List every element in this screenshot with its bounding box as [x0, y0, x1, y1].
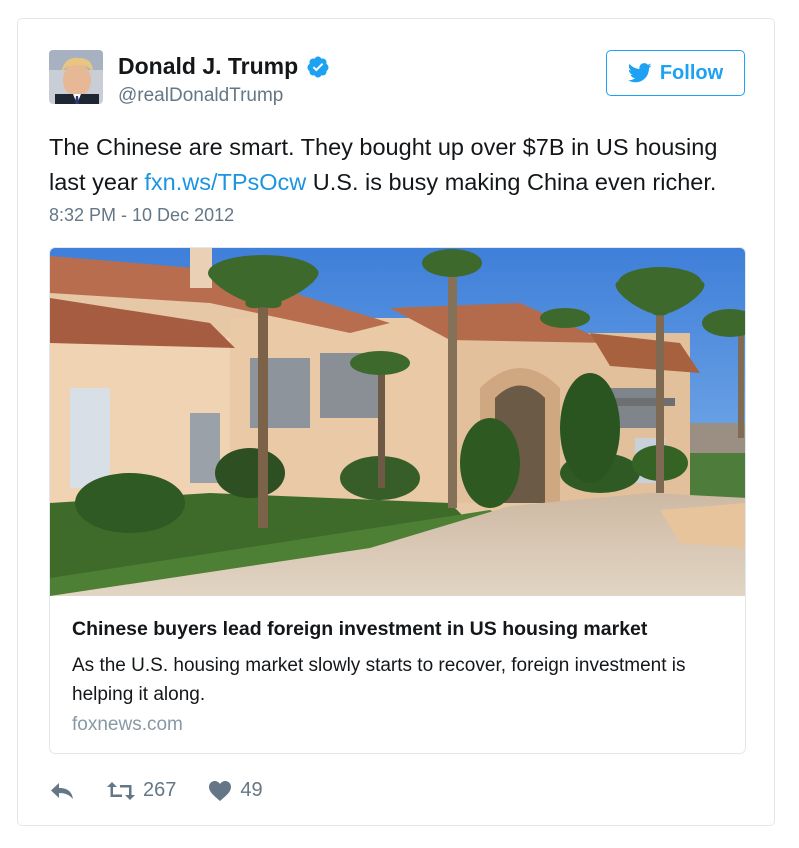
reply-button[interactable] [49, 780, 75, 802]
reply-icon [51, 782, 73, 799]
card-image [50, 248, 745, 596]
tweet-text: The Chinese are smart. They bought up ov… [49, 130, 749, 200]
tweet-timestamp[interactable]: 8:32 PM - 10 Dec 2012 [49, 205, 234, 226]
author-name[interactable]: Donald J. Trump [118, 53, 298, 80]
like-count: 49 [240, 779, 263, 801]
heart-icon [209, 780, 232, 801]
tweet-card: Donald J. Trump @realDonaldTrump Follow … [17, 18, 775, 826]
follow-button[interactable]: Follow [606, 50, 745, 96]
like-button[interactable]: 49 [208, 779, 263, 802]
card-domain: foxnews.com [72, 714, 183, 735]
card-title: Chinese buyers lead foreign investment i… [72, 618, 648, 640]
avatar[interactable] [49, 50, 103, 104]
tweet-actions: 267 49 [49, 779, 263, 802]
card-description: As the U.S. housing market slowly starts… [72, 655, 686, 705]
author-handle[interactable]: @realDonaldTrump [118, 85, 283, 107]
author-name-row: Donald J. Trump [118, 53, 330, 80]
tweet-text-part-2: U.S. is busy making China even richer. [306, 169, 717, 195]
verified-badge-icon [307, 56, 329, 78]
twitter-bird-icon [627, 63, 652, 83]
tweet-link[interactable]: fxn.ws/TPsOcw [144, 169, 306, 195]
retweet-icon [107, 781, 135, 800]
link-preview-card[interactable]: Chinese buyers lead foreign investment i… [49, 247, 746, 754]
follow-label: Follow [659, 61, 724, 84]
retweet-button[interactable]: 267 [107, 779, 176, 802]
retweet-count: 267 [143, 779, 177, 801]
